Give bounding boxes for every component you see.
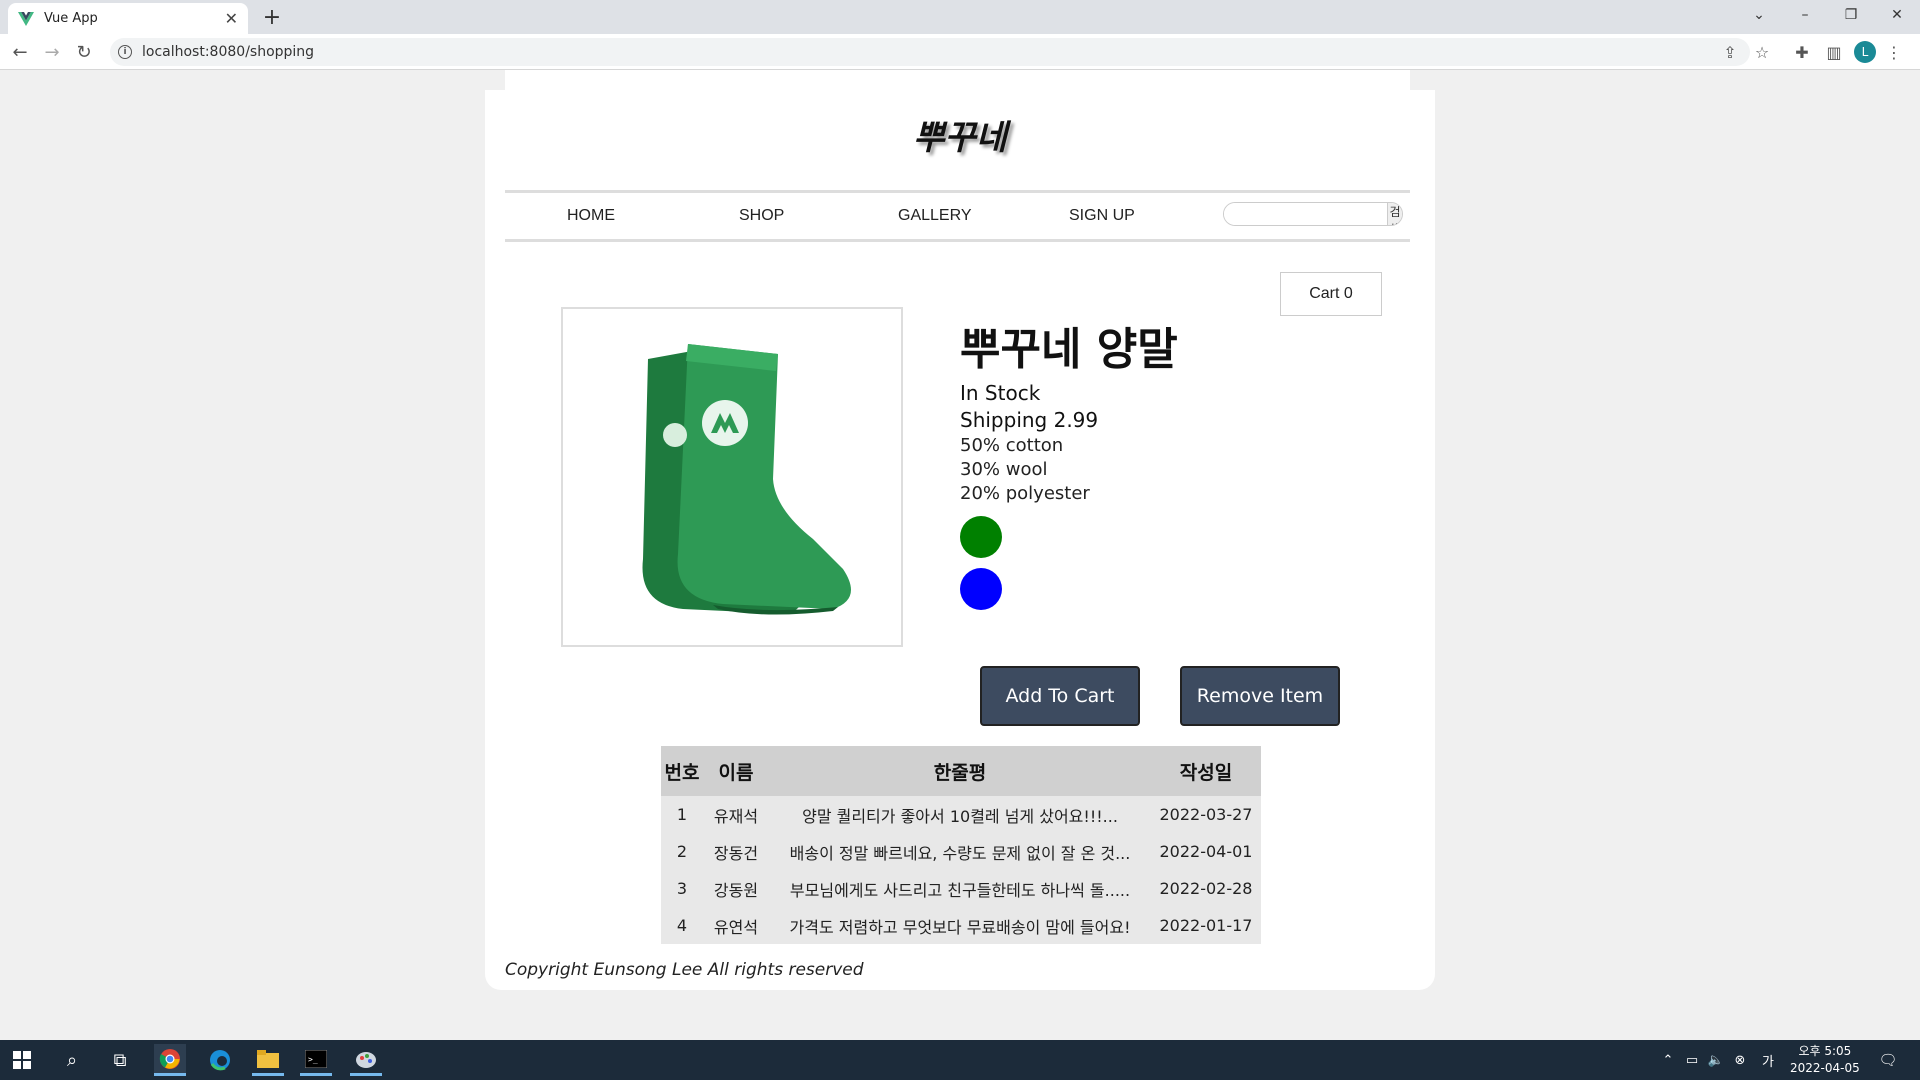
edge-icon[interactable] <box>204 1044 236 1076</box>
color-swatch-green[interactable] <box>960 516 1002 558</box>
cart-badge[interactable]: Cart 0 <box>1280 272 1382 316</box>
browser-tab[interactable]: Vue App ✕ <box>8 3 248 34</box>
shipping-cost: Shipping 2.99 <box>960 408 1099 432</box>
taskbar: ⌕ ⧉ >_ ⌃ ▭ 🔈 ⊗ 가 오후 5:05 2022-04-05 🗨 <box>0 1040 1920 1080</box>
nav-gallery[interactable]: GALLERY <box>898 207 972 225</box>
search-button[interactable]: 검색 <box>1387 203 1402 225</box>
profile-avatar[interactable]: L <box>1854 41 1876 63</box>
site-logo[interactable]: 뿌꾸네 <box>485 110 1435 159</box>
remove-item-button[interactable]: Remove Item <box>1180 666 1340 726</box>
svg-text:>_: >_ <box>308 1055 318 1064</box>
nav-home[interactable]: HOME <box>567 207 615 225</box>
review-author: 강동원 <box>713 880 759 900</box>
url-text: localhost:8080/shopping <box>142 44 315 60</box>
tab-title: Vue App <box>44 11 98 26</box>
share-icon[interactable]: ⇪ <box>1718 40 1742 64</box>
extensions-icon[interactable]: ✚ <box>1790 40 1814 64</box>
column-header: 번호 <box>661 746 703 796</box>
task-view-icon[interactable]: ⧉ <box>104 1044 136 1076</box>
address-bar[interactable]: i localhost:8080/shopping <box>110 38 1750 66</box>
restore-icon[interactable]: ❐ <box>1828 0 1874 30</box>
info-icon[interactable]: i <box>118 45 132 59</box>
review-number: 3 <box>676 879 688 898</box>
sock-image <box>642 344 851 615</box>
bookmark-star-icon[interactable]: ☆ <box>1750 40 1774 64</box>
detail-item: 20% polyester <box>960 483 1090 504</box>
chrome-icon[interactable] <box>154 1044 186 1076</box>
review-text[interactable]: 배송이 정말 빠르네요, 수량도 문제 없이 잘 온 것... <box>769 833 1151 870</box>
search-input[interactable] <box>1224 203 1387 225</box>
windows-start-icon[interactable] <box>6 1044 38 1076</box>
review-author: 장동건 <box>713 843 759 863</box>
file-explorer-icon[interactable] <box>252 1044 284 1076</box>
review-text[interactable]: 가격도 저렴하고 무엇보다 무료배송이 맘에 들어요! <box>769 907 1151 944</box>
window-close-icon[interactable]: ✕ <box>1874 0 1920 30</box>
copyright-text: Copyright Eunsong Lee All rights reserve… <box>505 960 864 980</box>
browser-tabbar: Vue App ✕ + ⌄ – ❐ ✕ <box>0 0 1920 34</box>
browser-toolbar: ← → ↻ i localhost:8080/shopping ⇪ ☆ ✚ ▥ … <box>0 34 1920 70</box>
color-swatch-blue[interactable] <box>960 568 1002 610</box>
reload-icon[interactable]: ↻ <box>70 38 98 66</box>
clock-time: 오후 5:05 <box>1798 1044 1852 1058</box>
table-header-row: 번호 이름 한줄평 작성일 <box>661 746 1261 796</box>
main-nav: HOME SHOP GALLERY SIGN UP 검색 <box>505 190 1410 242</box>
menu-icon[interactable]: ⋮ <box>1882 40 1906 64</box>
notification-icon[interactable]: 🗨 <box>1872 1044 1904 1076</box>
review-author: 유연석 <box>713 917 759 937</box>
review-date: 2022-04-01 <box>1159 842 1253 861</box>
review-number: 4 <box>676 916 688 935</box>
system-clock[interactable]: 오후 5:05 2022-04-05 <box>1790 1043 1860 1077</box>
close-icon[interactable]: ✕ <box>225 9 238 28</box>
table-row: 2 장동건 배송이 정말 빠르네요, 수량도 문제 없이 잘 온 것... 20… <box>661 833 1261 870</box>
detail-item: 30% wool <box>960 459 1048 480</box>
nav-signup[interactable]: SIGN UP <box>1069 207 1135 225</box>
product-name: 뿌꾸네 양말 <box>960 324 1178 375</box>
ime-icon[interactable]: 가 <box>1752 1044 1784 1076</box>
terminal-icon[interactable]: >_ <box>300 1044 332 1076</box>
review-date: 2022-01-17 <box>1159 916 1253 935</box>
search-box: 검색 <box>1223 202 1403 226</box>
search-icon[interactable]: ⌕ <box>56 1044 88 1076</box>
review-text[interactable]: 부모님에게도 사드리고 친구들한테도 하나씩 돌..... <box>769 870 1151 907</box>
column-header: 한줄평 <box>769 746 1151 796</box>
product-info: 뿌꾸네 양말 In Stock Shipping 2.99 50% cotton… <box>960 320 1178 610</box>
new-tab-icon[interactable]: + <box>258 3 286 31</box>
product-image <box>561 307 903 647</box>
column-header: 이름 <box>703 746 769 796</box>
table-row: 4 유연석 가격도 저렴하고 무엇보다 무료배송이 맘에 들어요! 2022-0… <box>661 907 1261 944</box>
page-top-strip <box>505 70 1410 90</box>
review-number: 1 <box>676 805 688 824</box>
review-text[interactable]: 양말 퀄리티가 좋아서 10켤레 넘게 샀어요!!!... <box>769 796 1151 833</box>
table-row: 1 유재석 양말 퀄리티가 좋아서 10켤레 넘게 샀어요!!!... 2022… <box>661 796 1261 833</box>
review-date: 2022-03-27 <box>1159 805 1253 824</box>
page-container: 뿌꾸네 HOME SHOP GALLERY SIGN UP 검색 Cart 0 … <box>485 90 1435 990</box>
vue-icon <box>18 11 34 26</box>
add-to-cart-button[interactable]: Add To Cart <box>980 666 1140 726</box>
stock-status: In Stock <box>960 381 1041 405</box>
forward-icon[interactable]: → <box>38 38 66 66</box>
review-number: 2 <box>676 842 688 861</box>
side-panel-icon[interactable]: ▥ <box>1822 40 1846 64</box>
paint-icon[interactable] <box>350 1044 382 1076</box>
clock-date: 2022-04-05 <box>1790 1061 1860 1075</box>
minimize-icon[interactable]: – <box>1782 0 1828 30</box>
reviews-table: 번호 이름 한줄평 작성일 1 유재석 양말 퀄리티가 좋아서 10켤레 넘게 … <box>661 746 1261 944</box>
review-date: 2022-02-28 <box>1159 879 1253 898</box>
review-author: 유재석 <box>713 806 759 826</box>
table-row: 3 강동원 부모님에게도 사드리고 친구들한테도 하나씩 돌..... 2022… <box>661 870 1261 907</box>
column-header: 작성일 <box>1151 746 1261 796</box>
back-icon[interactable]: ← <box>6 38 34 66</box>
detail-item: 50% cotton <box>960 435 1064 456</box>
nav-shop[interactable]: SHOP <box>739 207 784 225</box>
tab-search-icon[interactable]: ⌄ <box>1736 0 1782 30</box>
